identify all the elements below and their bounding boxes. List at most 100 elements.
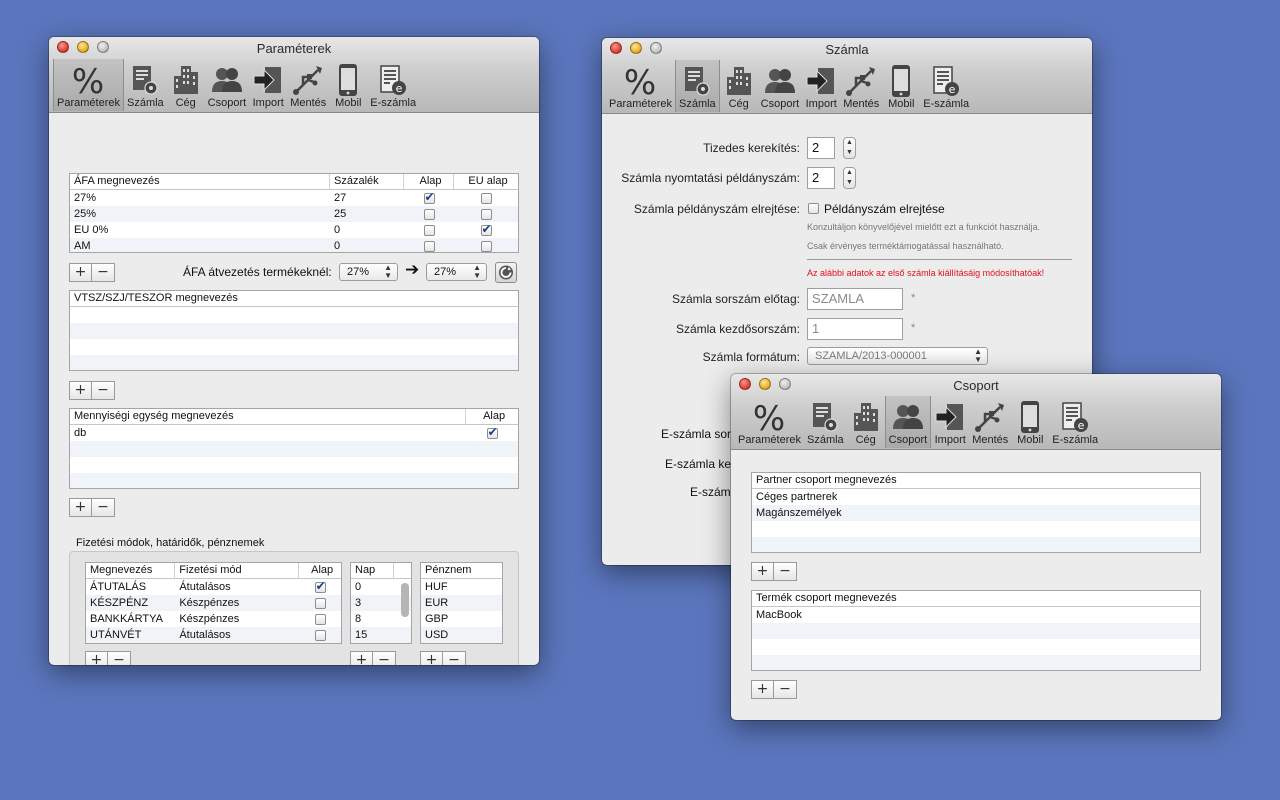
toolbar-group[interactable]: Csoport	[884, 396, 932, 448]
vat-from-select[interactable]: 27% ▲ ▼	[339, 263, 398, 281]
table-row[interactable]	[752, 521, 1200, 537]
toolbar-company[interactable]: Cég	[720, 60, 758, 112]
default-checkbox[interactable]	[423, 240, 435, 252]
table-row[interactable]: HUF	[421, 579, 502, 595]
copies-stepper[interactable]: ▲ ▼	[843, 167, 856, 189]
col-header[interactable]: Fizetési mód	[175, 563, 300, 578]
format-select[interactable]: SZAMLA/2013-000001 ▲ ▼	[807, 347, 988, 365]
table-row[interactable]	[752, 537, 1200, 552]
table-row[interactable]	[752, 655, 1200, 670]
col-header[interactable]: Alap	[404, 174, 454, 189]
add-button[interactable]: +	[69, 498, 92, 517]
toolbar-backup[interactable]: Mentés	[840, 60, 882, 112]
toolbar-company[interactable]: Cég	[847, 396, 885, 448]
remove-button[interactable]: −	[92, 263, 115, 282]
remove-button[interactable]: −	[373, 651, 396, 665]
col-header[interactable]: VTSZ/SZJ/TESZOR megnevezés	[70, 291, 518, 306]
table-row[interactable]: Céges partnerek	[752, 489, 1200, 505]
col-header[interactable]: Alap	[299, 563, 341, 578]
table-row[interactable]: 25% 25	[70, 206, 518, 222]
eu-default-checkbox[interactable]	[480, 208, 492, 220]
hide-checkbox-label[interactable]: Példányszám elrejtése	[824, 202, 945, 216]
table-row[interactable]	[70, 323, 518, 339]
table-row[interactable]	[70, 339, 518, 355]
toolbar-invoice[interactable]: Számla	[674, 60, 720, 112]
col-header[interactable]: Nap	[351, 563, 395, 578]
toolbar-invoice[interactable]: Számla	[804, 396, 847, 448]
table-row[interactable]: db	[70, 425, 518, 441]
table-row[interactable]	[752, 623, 1200, 639]
remove-button[interactable]: −	[443, 651, 466, 665]
remove-button[interactable]: −	[92, 498, 115, 517]
col-header[interactable]: EU alap	[454, 174, 518, 189]
table-row[interactable]: AM 0	[70, 238, 518, 252]
table-row[interactable]: BANKKÁRTYAKészpénzes▲▼	[86, 611, 341, 627]
add-button[interactable]: +	[420, 651, 443, 665]
eu-default-checkbox[interactable]	[480, 240, 492, 252]
refresh-button[interactable]	[495, 262, 517, 283]
start-input[interactable]: 1	[807, 318, 903, 340]
table-row[interactable]	[70, 457, 518, 473]
toolbar-company[interactable]: Cég	[167, 59, 205, 111]
default-checkbox[interactable]	[314, 613, 326, 625]
default-checkbox[interactable]	[314, 579, 326, 594]
toolbar-import[interactable]: Import	[249, 59, 287, 111]
table-row[interactable]	[70, 355, 518, 370]
table-row[interactable]	[70, 473, 518, 488]
table-row[interactable]: 15	[351, 627, 411, 643]
toolbar-mobile[interactable]: Mobil	[882, 60, 920, 112]
table-row[interactable]	[752, 639, 1200, 655]
default-checkbox[interactable]	[423, 224, 435, 236]
toolbar-group[interactable]: Csoport	[205, 59, 250, 111]
scrollbar[interactable]	[401, 583, 409, 617]
add-button[interactable]: +	[350, 651, 373, 665]
add-button[interactable]: +	[69, 263, 92, 282]
prefix-input[interactable]: SZAMLA	[807, 288, 903, 310]
table-row[interactable]: KÉSZPÉNZKészpénzes▲▼	[86, 595, 341, 611]
table-row[interactable]: UTÁNVÉTÁtutalásos▲▼	[86, 627, 341, 643]
default-checkbox[interactable]	[314, 597, 326, 609]
table-row[interactable]: GBP	[421, 611, 502, 627]
toolbar-backup[interactable]: Mentés	[969, 396, 1011, 448]
remove-button[interactable]: −	[774, 680, 797, 699]
eu-default-checkbox[interactable]	[480, 192, 492, 204]
toolbar-e-invoice[interactable]: e E-számla	[367, 59, 419, 111]
add-button[interactable]: +	[85, 651, 108, 665]
table-row[interactable]: 27% 27	[70, 190, 518, 206]
col-header[interactable]: Százalék	[330, 174, 404, 189]
table-row[interactable]: Magánszemélyek	[752, 505, 1200, 521]
eu-default-checkbox[interactable]	[480, 222, 492, 237]
toolbar-mobile[interactable]: Mobil	[1011, 396, 1049, 448]
default-checkbox[interactable]	[423, 190, 435, 205]
toolbar-parameters[interactable]: % Paraméterek	[53, 59, 124, 111]
hide-copies-checkbox[interactable]	[808, 203, 819, 214]
remove-button[interactable]: −	[774, 562, 797, 581]
col-header[interactable]: Alap	[466, 409, 518, 424]
col-header[interactable]: Partner csoport megnevezés	[752, 473, 1200, 488]
toolbar-invoice[interactable]: Számla	[124, 59, 167, 111]
toolbar-import[interactable]: Import	[931, 396, 969, 448]
copies-input[interactable]: 2	[807, 167, 835, 189]
toolbar-group[interactable]: Csoport	[758, 60, 803, 112]
table-row[interactable]	[70, 307, 518, 323]
decimal-input[interactable]: 2	[807, 137, 835, 159]
toolbar-backup[interactable]: Mentés	[287, 59, 329, 111]
default-checkbox[interactable]	[423, 208, 435, 220]
col-header[interactable]: Pénznem	[421, 563, 502, 578]
add-button[interactable]: +	[69, 381, 92, 400]
toolbar-mobile[interactable]: Mobil	[329, 59, 367, 111]
add-button[interactable]: +	[751, 562, 774, 581]
decimal-stepper[interactable]: ▲ ▼	[843, 137, 856, 159]
add-button[interactable]: +	[751, 680, 774, 699]
table-row[interactable]: MacBook	[752, 607, 1200, 623]
table-row[interactable]: USD	[421, 627, 502, 643]
table-row[interactable]: ÁTUTALÁSÁtutalásos▲▼	[86, 579, 341, 595]
toolbar-e-invoice[interactable]: e E-számla	[1049, 396, 1101, 448]
col-header[interactable]: Megnevezés	[86, 563, 176, 578]
col-header[interactable]: Mennyiségi egység megnevezés	[70, 409, 467, 424]
default-checkbox[interactable]	[486, 425, 498, 440]
remove-button[interactable]: −	[108, 651, 131, 665]
col-header[interactable]: ÁFA megnevezés	[70, 174, 330, 189]
table-row[interactable]	[70, 441, 518, 457]
table-row[interactable]: EU 0% 0	[70, 222, 518, 238]
